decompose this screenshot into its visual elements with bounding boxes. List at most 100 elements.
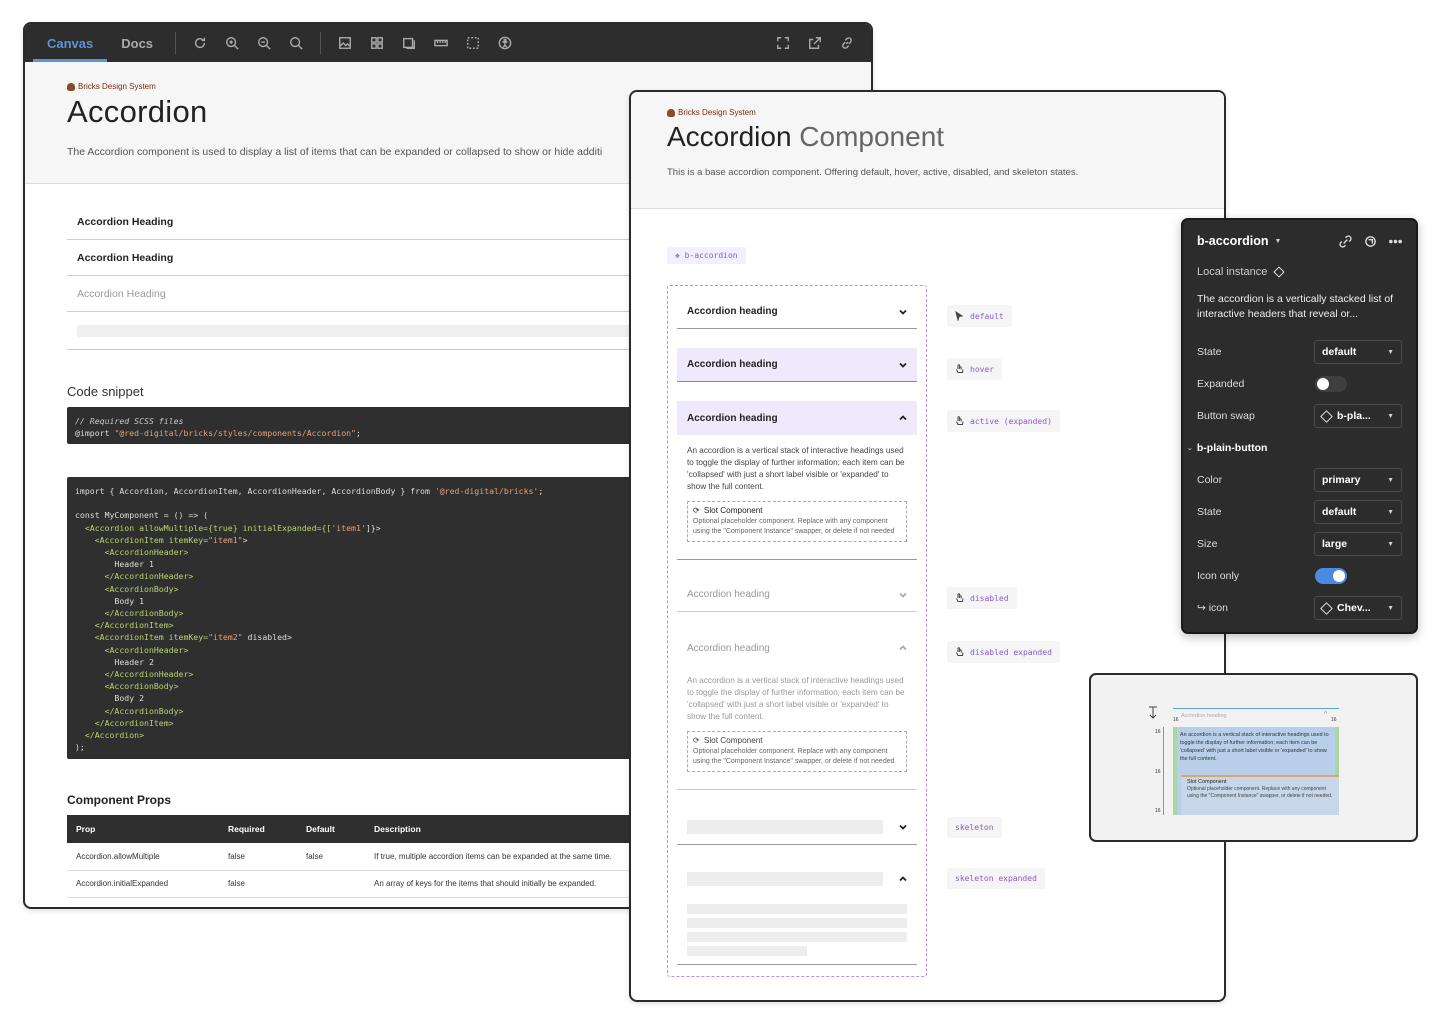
preview-heading: Accordion heading xyxy=(1181,713,1227,719)
tab-canvas[interactable]: Canvas xyxy=(33,24,108,62)
background-icon[interactable] xyxy=(329,24,361,62)
chevron-down-icon: ▼ xyxy=(1387,348,1394,356)
code-string: 'item1' xyxy=(331,522,366,533)
component-label-text: b-accordion xyxy=(684,251,738,260)
spacing-preview-window: Accordion heading ^ An accordion is a ve… xyxy=(1089,673,1418,842)
reload-icon[interactable] xyxy=(184,24,216,62)
prop-default: false xyxy=(297,843,365,871)
skeleton-body xyxy=(677,896,917,964)
zoom-out-icon[interactable] xyxy=(248,24,280,62)
prop-default xyxy=(297,870,365,898)
skeleton-bar xyxy=(687,820,883,834)
viewport-icon[interactable] xyxy=(393,24,425,62)
state-select[interactable]: default ▼ xyxy=(1314,340,1402,364)
code-tag: <AccordionHeader> xyxy=(75,547,189,557)
accordion-variant-skeleton-expanded xyxy=(677,862,917,965)
link-icon[interactable] xyxy=(831,24,863,62)
code-tag: </Accordion> xyxy=(75,730,145,741)
state-text: disabled xyxy=(970,593,1009,603)
accordion-variant-default[interactable]: Accordion heading xyxy=(677,295,917,329)
skeleton-header xyxy=(677,862,917,896)
select-value: default xyxy=(1322,346,1357,358)
nested-instance-header[interactable]: ⌄ b-plain-button xyxy=(1187,432,1402,464)
accordion-heading-text: Accordion heading xyxy=(687,642,770,654)
grid-icon[interactable] xyxy=(361,24,393,62)
expanded-toggle[interactable] xyxy=(1315,376,1347,392)
spacing-label: 16 xyxy=(1155,808,1161,814)
open-new-tab-icon[interactable] xyxy=(799,24,831,62)
chevron-down-icon xyxy=(899,362,907,368)
skeleton-bar xyxy=(687,946,807,956)
ruler-icon[interactable] xyxy=(425,24,457,62)
detach-icon[interactable] xyxy=(1339,234,1352,248)
more-options-icon[interactable] xyxy=(1389,235,1402,248)
accordion-body-text: An accordion is a vertical stack of inte… xyxy=(687,676,905,721)
icon-only-toggle[interactable] xyxy=(1315,568,1347,584)
size-select[interactable]: large ▼ xyxy=(1314,532,1402,556)
prop-required: false xyxy=(219,843,297,871)
resize-vertical-icon xyxy=(1149,706,1157,719)
swap-instance-icon[interactable] xyxy=(1364,235,1377,248)
prop-row-size: Size large ▼ xyxy=(1197,528,1402,560)
select-value: b-pla... xyxy=(1337,410,1371,422)
prop-label: State xyxy=(1197,346,1222,358)
state-text: disabled expanded xyxy=(970,647,1052,657)
figma-frame-window: Bricks Design System Accordion Component… xyxy=(629,90,1226,1002)
tab-docs[interactable]: Docs xyxy=(107,24,167,62)
code-text: disabled> xyxy=(242,632,292,643)
code-text: Body 2 xyxy=(75,693,145,704)
prop-row-state2: State default ▼ xyxy=(1197,496,1402,528)
code-text: ]}> xyxy=(365,522,381,533)
icon-select[interactable]: Chev... ▼ xyxy=(1314,596,1402,620)
chevron-up-icon xyxy=(899,415,907,421)
preview-inner: An accordion is a vertical stack of inte… xyxy=(1177,727,1339,815)
prop-name: Accordion.initialExpanded xyxy=(67,870,219,898)
prop-label: Expanded xyxy=(1197,378,1245,390)
zoom-in-icon[interactable] xyxy=(216,24,248,62)
panel-title-text: b-accordion xyxy=(1197,234,1269,248)
skeleton-bar xyxy=(687,932,907,942)
slot-component[interactable]: ⟳ Slot Component Optional placeholder com… xyxy=(687,501,907,542)
fullscreen-icon[interactable] xyxy=(767,24,799,62)
outline-icon[interactable] xyxy=(457,24,489,62)
frame-title: Accordion Component xyxy=(667,121,1188,153)
color-select[interactable]: primary ▼ xyxy=(1314,468,1402,492)
button-swap-select[interactable]: b-pla... ▼ xyxy=(1314,404,1402,428)
code-tag: </AccordionBody> xyxy=(75,608,184,619)
accessibility-icon[interactable] xyxy=(489,24,521,62)
measure-line xyxy=(1163,727,1164,815)
props-header-required: Required xyxy=(219,815,297,843)
slot-text: Optional placeholder component. Replace … xyxy=(693,748,895,765)
panel-title[interactable]: b-accordion ▼ xyxy=(1197,234,1281,248)
code-tag: </AccordionHeader> xyxy=(75,571,194,582)
brand: Bricks Design System xyxy=(667,108,1188,117)
skeleton-header xyxy=(677,810,917,844)
spacing-label: 16 xyxy=(1331,717,1337,723)
accordion-variant-active[interactable]: Accordion heading An accordion is a vert… xyxy=(677,401,917,560)
preview-slot-title: Slot Component xyxy=(1187,779,1227,785)
state-label-default: default xyxy=(947,305,1012,327)
preview-slot: Slot Component Optional placeholder comp… xyxy=(1181,775,1339,815)
swap-icon: ⟳ xyxy=(693,506,700,515)
nested-instance-title: b-plain-button xyxy=(1196,442,1268,454)
accordion-variant-hover[interactable]: Accordion heading xyxy=(677,348,917,382)
select-value: Chev... xyxy=(1337,602,1371,614)
prop-label: Size xyxy=(1197,538,1218,550)
select-value: primary xyxy=(1322,474,1361,486)
code-string: "@red-digital/bricks/styles/components/A… xyxy=(114,428,356,439)
hand-pointer-icon xyxy=(956,647,964,656)
local-instance-label: Local instance xyxy=(1197,266,1268,278)
measure-line xyxy=(1173,708,1339,709)
component-label[interactable]: ❖ b-accordion xyxy=(667,247,746,264)
slot-text: Optional placeholder component. Replace … xyxy=(693,518,895,535)
skeleton-bar xyxy=(687,872,883,886)
frame-description: This is a base accordion component. Offe… xyxy=(667,167,1079,178)
spacing-label: 16 xyxy=(1155,769,1161,775)
brick-logo-icon xyxy=(67,82,75,91)
button-state-select[interactable]: default ▼ xyxy=(1314,500,1402,524)
chevron-down-icon: ▼ xyxy=(1387,540,1394,548)
zoom-reset-icon[interactable] xyxy=(280,24,312,62)
code-text: Header 2 xyxy=(75,656,154,667)
skeleton-bar xyxy=(687,904,907,914)
frame-header: Bricks Design System Accordion Component… xyxy=(631,92,1224,209)
